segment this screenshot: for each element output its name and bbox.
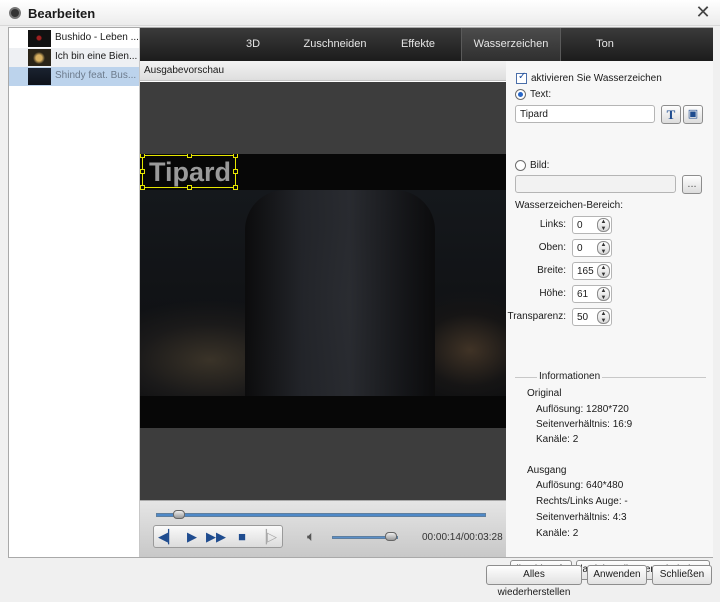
output-resolution: Auflösung: 640*480	[536, 480, 624, 491]
file-list: Bushido - Leben ... Ich bin eine Bien...…	[9, 28, 140, 557]
resize-handle-n[interactable]	[187, 154, 192, 158]
seek-thumb[interactable]	[173, 510, 186, 519]
width-value: 165	[577, 266, 594, 277]
video-figure	[245, 190, 435, 396]
left-label: Links:	[539, 219, 566, 230]
play-icon[interactable]: ▶	[181, 528, 203, 545]
editor-frame: Bushido - Leben ... Ich bin eine Bien...…	[8, 27, 713, 580]
original-channels: Kanäle: 2	[536, 434, 579, 445]
player-controls: ◀▏ ▶ ▶▶ ■ ▕▷ 🔈︎ 00:00:14/00:03:28	[140, 500, 506, 557]
file-item-3[interactable]: Shindy feat. Bus...	[9, 67, 139, 86]
resize-handle-sw[interactable]	[140, 185, 145, 190]
resize-handle-se[interactable]	[233, 185, 238, 190]
tab-effects[interactable]: Effekte	[393, 28, 443, 61]
preview-area: Tipard	[140, 82, 506, 500]
enable-watermark-checkbox[interactable]	[516, 71, 527, 84]
volume-icon[interactable]: 🔈︎	[307, 528, 325, 544]
output-eye: Rechts/Links Auge: -	[536, 496, 628, 507]
tab-bar: 3D Zuschneiden Effekte Wasserzeichen Ton	[140, 28, 713, 61]
left-value: 0	[577, 220, 583, 231]
text-radio[interactable]	[515, 89, 526, 100]
close-button[interactable]: Schließen	[652, 565, 712, 585]
top-value: 0	[577, 243, 583, 254]
transparency-value: 50	[577, 312, 589, 323]
file-thumbnail	[28, 49, 51, 66]
width-stepper[interactable]: 165 ▲ ▼	[572, 262, 612, 280]
previous-frame-icon[interactable]: ◀▏	[157, 528, 179, 545]
file-item-1[interactable]: Bushido - Leben ...	[9, 29, 139, 48]
resize-handle-s[interactable]	[187, 185, 192, 190]
original-resolution: Auflösung: 1280*720	[536, 404, 629, 415]
browse-button[interactable]: ...	[682, 175, 702, 194]
top-stepper[interactable]: 0 ▲ ▼	[572, 239, 612, 257]
info-header: Informationen	[537, 371, 603, 382]
file-thumbnail	[28, 30, 51, 47]
preview-label: Ausgabevorschau	[140, 61, 506, 81]
close-window-icon[interactable]: ✕	[694, 3, 712, 21]
resize-handle-ne[interactable]	[233, 154, 238, 158]
stop-icon[interactable]: ■	[231, 528, 253, 545]
resize-handle-nw[interactable]	[140, 154, 145, 158]
watermark-area-label: Wasserzeichen-Bereich:	[515, 200, 624, 211]
top-label: Oben:	[538, 242, 566, 253]
file-name: Bushido - Leben ...	[55, 32, 139, 43]
image-radio[interactable]	[515, 160, 526, 171]
output-aspect: Seitenverhältnis: 4:3	[536, 512, 627, 523]
file-thumbnail	[28, 68, 51, 85]
title-bar: Bearbeiten ✕	[0, 0, 720, 26]
app-icon	[9, 7, 21, 19]
spin-arrows-icon[interactable]: ▲ ▼	[597, 241, 610, 255]
tab-crop[interactable]: Zuschneiden	[295, 28, 375, 61]
transparency-stepper[interactable]: 50 ▲ ▼	[572, 308, 612, 326]
next-frame-icon[interactable]: ▕▷	[256, 528, 278, 545]
width-label: Breite:	[537, 265, 566, 276]
image-path-input[interactable]	[515, 175, 676, 193]
height-value: 61	[577, 289, 589, 300]
watermark-panel: aktivieren Sie Wasserzeichen Text: Tipar…	[506, 61, 713, 580]
file-name: Shindy feat. Bus...	[55, 70, 137, 81]
fast-forward-icon[interactable]: ▶▶	[205, 528, 227, 545]
watermark-text-input[interactable]: Tipard	[515, 105, 655, 123]
resize-handle-w[interactable]	[140, 169, 145, 174]
playback-buttons: ◀▏ ▶ ▶▶ ■ ▕▷	[153, 525, 283, 548]
spin-arrows-icon[interactable]: ▲ ▼	[597, 287, 610, 301]
text-radio-label: Text:	[530, 89, 552, 100]
spin-arrows-icon[interactable]: ▲ ▼	[597, 310, 610, 324]
original-aspect: Seitenverhältnis: 16:9	[536, 419, 633, 430]
spin-arrows-icon[interactable]: ▲ ▼	[597, 264, 610, 278]
seek-bar[interactable]	[156, 513, 486, 517]
tab-audio[interactable]: Ton	[585, 28, 625, 61]
spin-arrows-icon[interactable]: ▲ ▼	[597, 218, 610, 232]
left-stepper[interactable]: 0 ▲ ▼	[572, 216, 612, 234]
image-radio-label: Bild:	[530, 160, 550, 171]
video-frame: Tipard	[140, 154, 506, 428]
enable-watermark-label: aktivieren Sie Wasserzeichen	[531, 73, 662, 84]
tab-3d[interactable]: 3D	[233, 28, 273, 61]
output-channels: Kanäle: 2	[536, 528, 579, 539]
height-label: Höhe:	[539, 288, 566, 299]
file-name: Ich bin eine Bien...	[55, 51, 138, 62]
font-icon[interactable]: T	[661, 105, 681, 124]
color-icon[interactable]: ▣	[683, 105, 703, 124]
transparency-label: Transparenz:	[507, 311, 566, 322]
resize-handle-e[interactable]	[233, 169, 238, 174]
height-stepper[interactable]: 61 ▲ ▼	[572, 285, 612, 303]
tab-watermark[interactable]: Wasserzeichen	[461, 28, 561, 61]
window-title: Bearbeiten	[28, 6, 96, 21]
apply-button[interactable]: Anwenden	[587, 565, 647, 585]
time-display: 00:00:14/00:03:28	[422, 532, 503, 543]
volume-thumb[interactable]	[385, 532, 398, 541]
original-title: Original	[527, 388, 562, 399]
watermark-box[interactable]: Tipard	[140, 154, 238, 190]
reset-all-button[interactable]: Alles wiederherstellen	[486, 565, 582, 598]
file-item-2[interactable]: Ich bin eine Bien...	[9, 48, 139, 67]
output-title: Ausgang	[527, 465, 567, 476]
